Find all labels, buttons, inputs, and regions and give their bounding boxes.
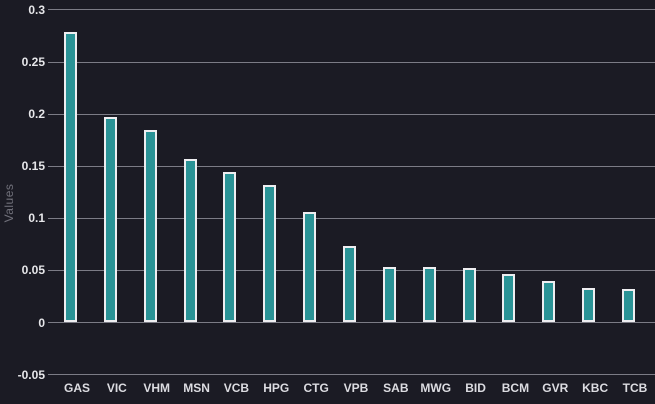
bar-GAS (64, 31, 77, 323)
bar-MSN (183, 158, 197, 323)
bar-HPG (263, 184, 277, 323)
y-tick-label: -0.05 (17, 367, 45, 382)
y-tick-label: 0.3 (28, 2, 45, 17)
bar-MWG (422, 267, 436, 323)
gridline-0.25 (48, 61, 655, 63)
y-tick-label: 0.15 (21, 159, 45, 174)
gridline-0.1 (48, 217, 655, 219)
y-tick-label: 0.2 (28, 107, 45, 122)
gridline-0.3 (48, 9, 655, 11)
gridline-0.15 (48, 165, 655, 167)
bar-CTG (303, 212, 317, 323)
bar-VIC (103, 117, 117, 323)
bar-VCB (223, 172, 237, 323)
bar-KBC (582, 288, 596, 323)
y-tick-label: 0 (38, 315, 45, 330)
bar-VHM (143, 129, 157, 323)
bar-chart: Values 0.3 0.25 0.2 0.15 0.1 0.05 0 -0.05 GAS VIC… (0, 0, 655, 404)
y-tick-label: 0.25 (21, 55, 45, 69)
bar-TCB (621, 289, 635, 323)
gridline--0.05 (48, 374, 655, 376)
x-tick-label-TCB: TCB (622, 381, 648, 395)
bar-GVR (542, 280, 556, 323)
y-tick-label: 0.1 (28, 211, 45, 226)
bar-BID (462, 268, 476, 323)
bar-BCM (502, 273, 516, 323)
bar-VPB (342, 246, 356, 323)
bar-SAB (382, 267, 396, 323)
y-tick-label: 0.05 (21, 263, 45, 278)
gridline-0.2 (48, 113, 655, 115)
